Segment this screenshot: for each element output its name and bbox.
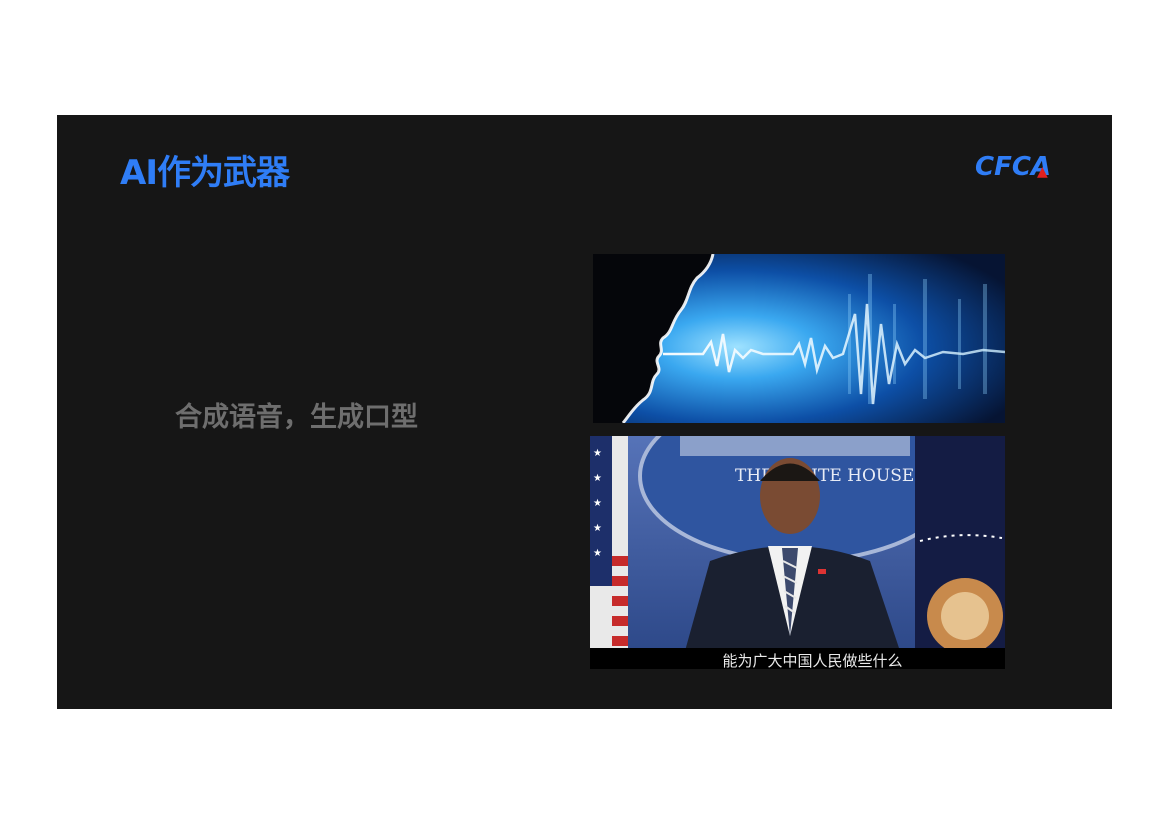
svg-text:★: ★ <box>593 523 602 534</box>
svg-text:★: ★ <box>593 448 602 459</box>
logo-triangle-icon: ▲ <box>1037 164 1048 180</box>
voice-wave-image <box>593 254 1005 423</box>
slide: AI作为武器 CFCA▲ 合成语音，生成口型 THE WHITE HOUSE ★… <box>57 115 1112 709</box>
press-briefing-illustration: THE WHITE HOUSE ★★★★★ <box>590 436 1005 669</box>
video-frame[interactable]: THE WHITE HOUSE ★ ★ ★ ★ ★ 能为广大中国人民做些什么 <box>590 436 1005 669</box>
slide-title: AI作为武器 <box>120 153 290 193</box>
slide-subtitle: 合成语音，生成口型 <box>175 402 418 433</box>
svg-text:★: ★ <box>593 548 602 559</box>
caption-bar: 能为广大中国人民做些什么 <box>590 648 1005 669</box>
svg-text:★: ★ <box>593 498 602 509</box>
video-caption: 能为广大中国人民做些什么 <box>722 652 903 669</box>
svg-text:★: ★ <box>593 473 602 484</box>
voice-wave-illustration <box>593 254 1005 423</box>
cfca-logo: CFCA▲ <box>975 152 1051 182</box>
